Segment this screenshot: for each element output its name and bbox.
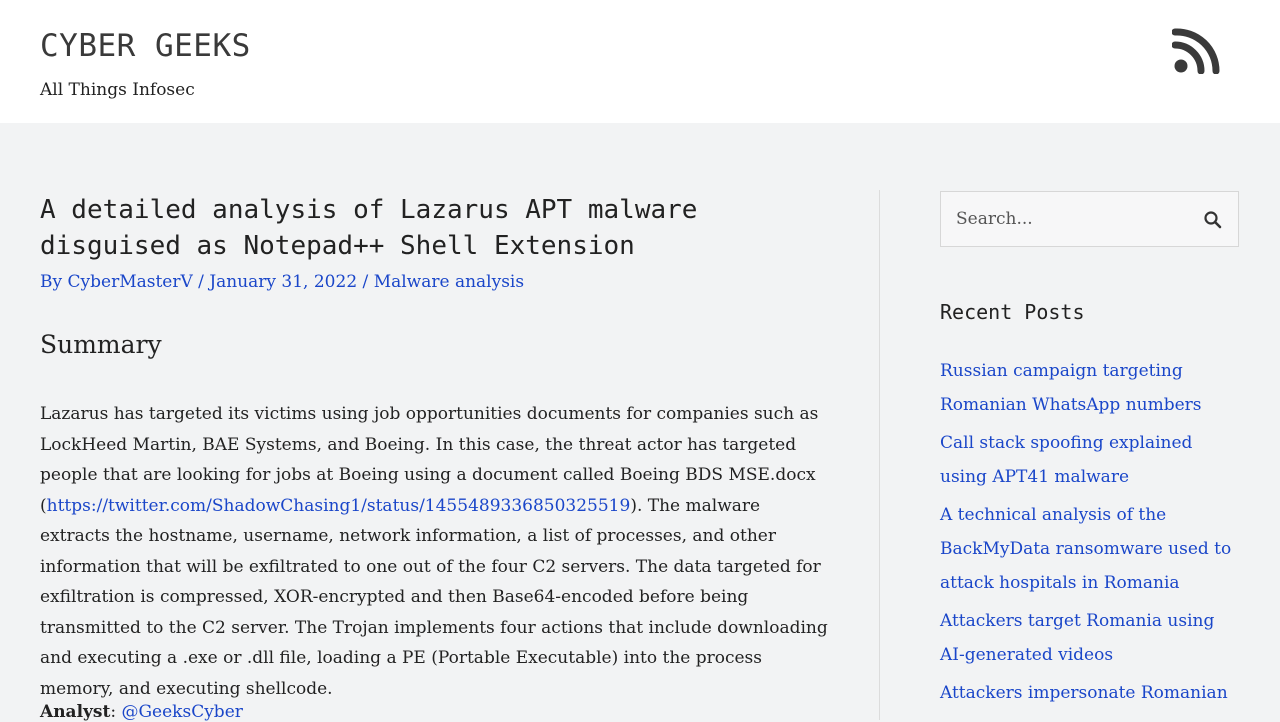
analyst-handle-link[interactable]: @GeeksCyber	[121, 702, 242, 722]
rss-icon[interactable]	[1172, 28, 1222, 74]
recent-post-link[interactable]: Attackers impersonate Romanian	[940, 683, 1228, 703]
twitter-link[interactable]: https://twitter.com/ShadowChasing1/statu…	[47, 496, 631, 516]
search-icon[interactable]	[1203, 210, 1223, 230]
recent-post-link[interactable]: Russian campaign targeting Romanian What…	[940, 361, 1202, 415]
list-item: Russian campaign targeting Romanian What…	[940, 354, 1240, 422]
list-item: Attackers impersonate Romanian	[940, 676, 1240, 710]
list-item: Attackers target Romania using AI-genera…	[940, 604, 1240, 672]
meta-separator: /	[362, 272, 369, 292]
post-meta: By CyberMasterV / January 31, 2022 / Mal…	[40, 272, 524, 292]
list-item: Call stack spoofing explained using APT4…	[940, 426, 1240, 494]
recent-post-link[interactable]: Attackers target Romania using AI-genera…	[940, 611, 1214, 665]
site-title[interactable]: CYBER GEEKS	[40, 28, 251, 64]
analyst-label: Analyst	[40, 702, 111, 722]
recent-posts-heading: Recent Posts	[940, 300, 1085, 324]
search-input[interactable]	[941, 192, 1181, 246]
search-form	[940, 191, 1239, 247]
site-header: CYBER GEEKS All Things Infosec	[0, 0, 1280, 123]
category-link[interactable]: Malware analysis	[374, 272, 524, 292]
post-title: A detailed analysis of Lazarus APT malwa…	[40, 195, 698, 261]
post-date: January 31, 2022	[209, 272, 358, 292]
analyst-line: Analyst: @GeeksCyber	[40, 702, 243, 722]
recent-post-link[interactable]: Call stack spoofing explained using APT4…	[940, 433, 1192, 487]
meta-separator: /	[198, 272, 204, 292]
list-item: A technical analysis of the BackMyData r…	[940, 498, 1240, 600]
by-prefix: By	[40, 272, 63, 292]
recent-posts-list: Russian campaign targeting Romanian What…	[940, 354, 1240, 714]
sidebar-divider	[879, 190, 880, 720]
paragraph-text: ). The malware extracts the hostname, us…	[40, 495, 828, 699]
author-link[interactable]: CyberMasterV	[68, 272, 193, 292]
site-tagline: All Things Infosec	[40, 80, 195, 100]
summary-heading: Summary	[40, 330, 162, 359]
recent-post-link[interactable]: A technical analysis of the BackMyData r…	[940, 505, 1231, 593]
summary-paragraph: Lazarus has targeted its victims using j…	[40, 399, 830, 704]
analyst-colon: :	[110, 702, 117, 722]
